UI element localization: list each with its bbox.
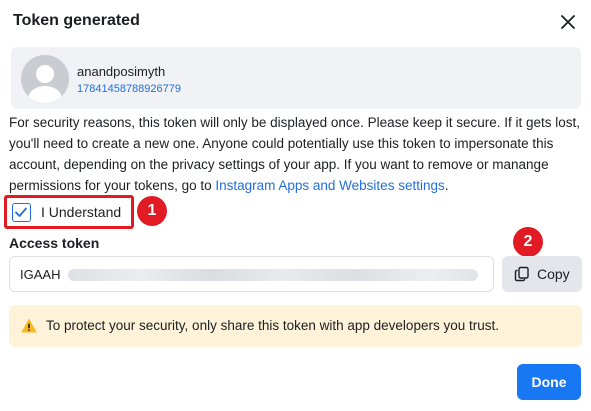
account-id: 17841458788926779 — [77, 83, 182, 95]
default-avatar-icon — [21, 55, 69, 103]
security-warning-banner: To protect your security, only share thi… — [9, 305, 582, 347]
token-redaction-blur — [68, 269, 478, 281]
security-notice: For security reasons, this token will on… — [9, 112, 581, 196]
avatar — [21, 55, 69, 103]
copy-button[interactable]: Copy — [502, 256, 582, 292]
checkmark-icon — [15, 207, 27, 217]
i-understand-checkbox-row[interactable]: I Understand — [4, 195, 134, 229]
step-badge-1: 1 — [137, 196, 167, 226]
i-understand-checkbox[interactable] — [12, 203, 31, 222]
instagram-settings-link[interactable]: Instagram Apps and Websites settings — [215, 178, 444, 193]
close-icon — [561, 15, 575, 29]
notice-suffix: . — [444, 178, 449, 193]
account-name: anandposimyth — [77, 64, 166, 79]
access-token-label: Access token — [9, 235, 100, 251]
copy-button-label: Copy — [537, 266, 570, 282]
warning-text: To protect your security, only share thi… — [46, 318, 499, 333]
step-badge-2: 2 — [513, 227, 543, 257]
done-button[interactable]: Done — [517, 364, 581, 400]
warning-icon — [21, 319, 37, 333]
i-understand-label: I Understand — [41, 204, 122, 220]
copy-icon — [514, 266, 529, 282]
access-token-value: IGAAH — [20, 267, 61, 282]
close-button[interactable] — [556, 10, 580, 34]
account-card: anandposimyth 17841458788926779 — [11, 47, 581, 109]
dialog-title: Token generated — [13, 12, 140, 29]
access-token-field[interactable]: IGAAH — [9, 256, 494, 292]
token-dialog: Token generated anandposimyth 1784145878… — [0, 0, 591, 411]
